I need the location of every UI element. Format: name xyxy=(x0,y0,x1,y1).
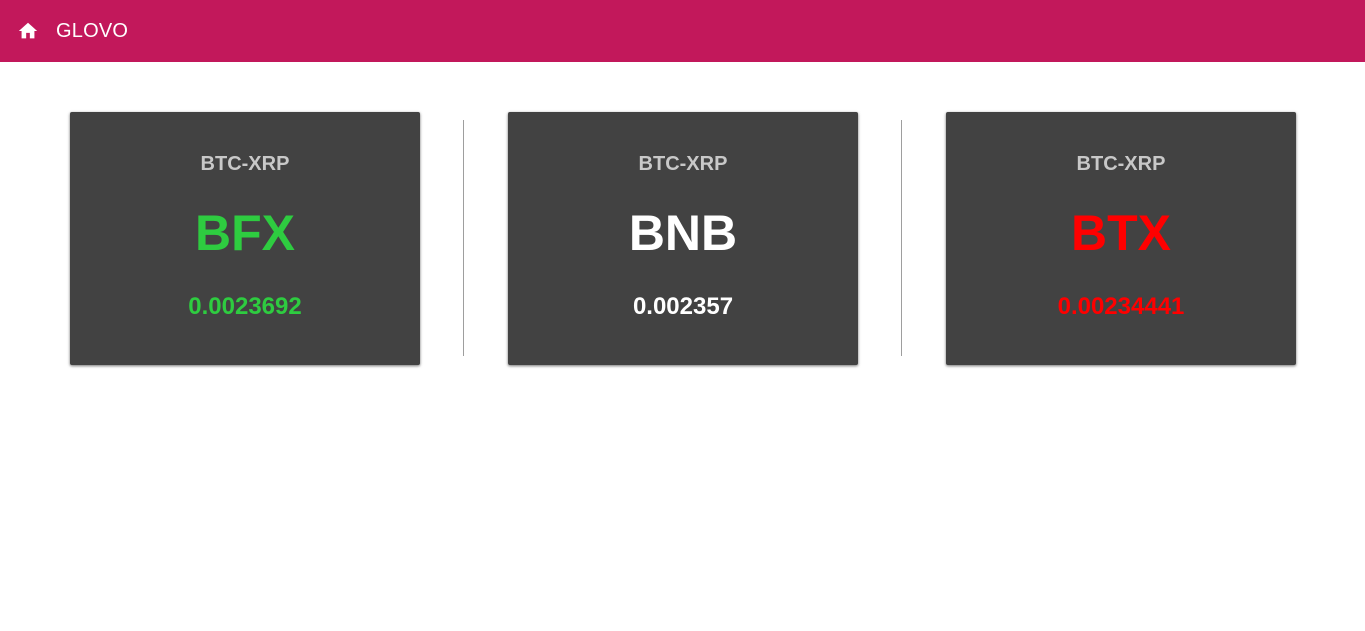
home-icon xyxy=(18,22,38,39)
card-price: 0.00234441 xyxy=(1057,293,1185,320)
card-price: 0.0023692 xyxy=(188,293,302,320)
exchange-card-btx: BTC-XRP BTX 0.00234441 xyxy=(946,112,1296,365)
card-pair-label: BTC-XRP xyxy=(638,153,728,175)
card-divider xyxy=(463,120,464,356)
card-pair-label: BTC-XRP xyxy=(200,153,290,175)
app-title: GLOVO xyxy=(56,19,129,42)
exchange-card-bfx: BTC-XRP BFX 0.0023692 xyxy=(70,112,420,365)
card-price: 0.002357 xyxy=(632,293,734,320)
card-exchange-name: BTX xyxy=(1071,205,1171,261)
card-exchange-name: BFX xyxy=(195,205,295,261)
card-exchange-name: BNB xyxy=(628,205,738,261)
exchange-card-bnb: BTC-XRP BNB 0.002357 xyxy=(508,112,858,365)
card-divider xyxy=(901,120,902,356)
app-bar: GLOVO xyxy=(0,0,1365,62)
card-pair-label: BTC-XRP xyxy=(1076,153,1166,175)
home-button[interactable] xyxy=(17,20,39,42)
